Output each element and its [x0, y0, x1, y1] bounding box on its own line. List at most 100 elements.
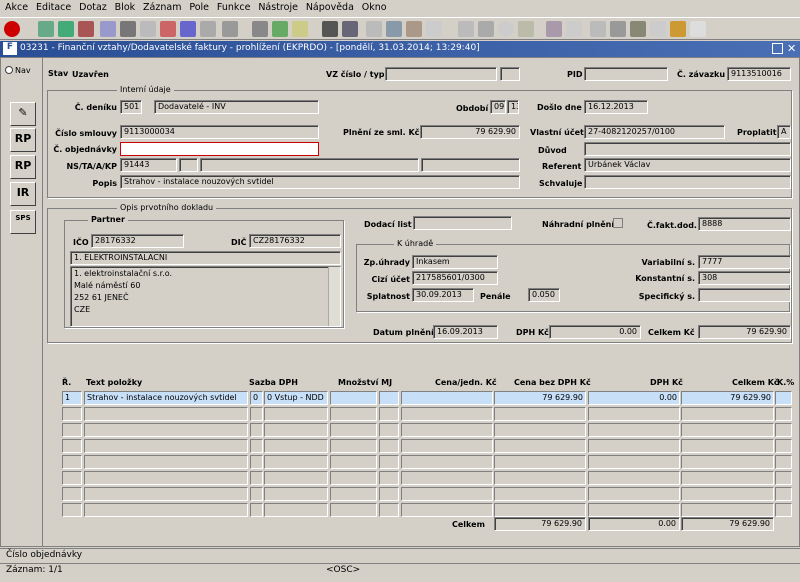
menu-funkce[interactable]: Funkce [212, 0, 251, 13]
table-cell-celkem[interactable] [681, 455, 774, 469]
help-icon[interactable] [650, 21, 666, 37]
table-cell-dph[interactable] [588, 503, 680, 517]
menu-napoveda[interactable]: Nápověda [301, 0, 354, 13]
table-cell-cena_jedn[interactable] [401, 487, 493, 501]
table-cell-r[interactable] [62, 423, 82, 437]
table-cell-cena_jedn[interactable] [401, 503, 493, 517]
filter-icon[interactable] [222, 21, 238, 37]
table-cell-celkem[interactable] [681, 487, 774, 501]
table-cell-r[interactable] [62, 407, 82, 421]
edit-document-button[interactable]: ✎ [10, 102, 36, 126]
obdobi-month-field[interactable]: 09 [490, 100, 506, 114]
table-cell-k[interactable] [775, 471, 792, 485]
delete-record-icon[interactable] [78, 21, 94, 37]
rp-button-cz[interactable]: RP [10, 128, 36, 152]
splatnost-field[interactable]: 30.09.2013 [412, 288, 474, 302]
table-cell-r[interactable] [62, 487, 82, 501]
document-icon[interactable] [566, 21, 582, 37]
sort-icon[interactable] [200, 21, 216, 37]
table-cell-mnozstvi[interactable] [330, 423, 377, 437]
denik-name-field[interactable]: Dodavatelé - INV [154, 100, 319, 114]
table-icon[interactable] [630, 21, 646, 37]
table-cell-sazba[interactable] [250, 471, 263, 485]
table-cell-celkem[interactable] [681, 503, 774, 517]
list-icon[interactable] [426, 21, 442, 37]
execute-query-icon[interactable] [120, 21, 136, 37]
sum-icon[interactable] [610, 21, 626, 37]
table-cell-mj[interactable] [379, 503, 399, 517]
table-cell-mnozstvi[interactable] [330, 487, 377, 501]
menu-blok[interactable]: Blok [110, 0, 135, 13]
partner-name-field[interactable]: 1. ELEKTROINSTALACNI [70, 251, 341, 265]
query-icon[interactable] [100, 21, 116, 37]
table-cell-sazba_text[interactable] [264, 487, 328, 501]
var-symbol-field[interactable]: 7777 [698, 255, 791, 269]
table-cell-k[interactable] [775, 391, 792, 405]
denik-field[interactable]: 501 [120, 100, 142, 114]
table-cell-mj[interactable] [379, 471, 399, 485]
table-cell-mnozstvi[interactable] [330, 503, 377, 517]
table-cell-r[interactable] [62, 439, 82, 453]
tools-icon[interactable] [590, 21, 606, 37]
table-cell-sazba[interactable]: 0 [250, 391, 263, 405]
calculator-icon[interactable] [478, 21, 494, 37]
table-cell-text[interactable] [84, 407, 248, 421]
menu-akce[interactable]: Akce [0, 0, 28, 13]
rp-button-eu[interactable]: RP [10, 155, 36, 179]
a-field[interactable] [200, 158, 419, 172]
first-record-icon[interactable] [160, 21, 176, 37]
schvaluje-field[interactable] [584, 175, 791, 189]
restore-icon[interactable] [772, 43, 783, 54]
table-cell-dph[interactable] [588, 471, 680, 485]
menu-editace[interactable]: Editace [31, 0, 71, 13]
table-cell-dph[interactable] [588, 423, 680, 437]
table-cell-sazba[interactable] [250, 407, 263, 421]
info-icon[interactable] [690, 21, 706, 37]
menu-zaznam[interactable]: Záznam [138, 0, 181, 13]
ns-field[interactable]: 91443 [120, 158, 177, 172]
table-cell-cena_jedn[interactable] [401, 391, 493, 405]
table-cell-sazba[interactable] [250, 503, 263, 517]
menu-pole[interactable]: Pole [184, 0, 209, 13]
nav-radio[interactable] [5, 66, 13, 74]
refresh-icon[interactable] [140, 21, 156, 37]
table-cell-dph[interactable] [588, 439, 680, 453]
table-cell-sazba_text[interactable] [264, 471, 328, 485]
table-cell-dph[interactable]: 0.00 [588, 391, 680, 405]
partner-address-field[interactable]: 1. elektroinstalační s.r.o. Malé náměstí… [70, 266, 341, 327]
table-cell-sazba[interactable] [250, 423, 263, 437]
user-icon[interactable] [670, 21, 686, 37]
table-cell-mj[interactable] [379, 423, 399, 437]
print-icon[interactable] [252, 21, 268, 37]
last-record-icon[interactable] [180, 21, 196, 37]
menu-dotaz[interactable]: Dotaz [74, 0, 107, 13]
table-cell-mnozstvi[interactable] [330, 407, 377, 421]
table-cell-k[interactable] [775, 423, 792, 437]
table-cell-k[interactable] [775, 455, 792, 469]
zavazek-field[interactable]: 9113510016 [727, 67, 791, 81]
mail-icon[interactable] [292, 21, 308, 37]
konst-symbol-field[interactable]: 308 [698, 271, 791, 285]
referent-field[interactable]: Urbánek Václav [584, 158, 791, 172]
table-cell-cena_bez[interactable] [494, 439, 586, 453]
paste-icon[interactable] [366, 21, 382, 37]
table-cell-mj[interactable] [379, 391, 399, 405]
nahradni-checkbox[interactable] [613, 218, 623, 228]
table-cell-celkem[interactable] [681, 407, 774, 421]
table-cell-r[interactable] [62, 455, 82, 469]
help-book-icon[interactable] [546, 21, 562, 37]
dph-field[interactable]: 0.00 [549, 325, 641, 339]
table-cell-k[interactable] [775, 439, 792, 453]
address-scrollbar[interactable] [328, 267, 340, 326]
calendar-icon[interactable] [458, 21, 474, 37]
obdobi-year-field[interactable]: 13 [507, 100, 519, 114]
table-cell-text[interactable]: Strahov - instalace nouzových svtidel [84, 391, 248, 405]
table-cell-text[interactable] [84, 487, 248, 501]
table-cell-cena_bez[interactable] [494, 407, 586, 421]
ucet-field[interactable]: 27-4082120257/0100 [584, 125, 725, 139]
kp-field[interactable] [421, 158, 520, 172]
table-cell-mj[interactable] [379, 455, 399, 469]
menu-okno[interactable]: Okno [357, 0, 387, 13]
table-cell-mj[interactable] [379, 487, 399, 501]
table-cell-dph[interactable] [588, 407, 680, 421]
